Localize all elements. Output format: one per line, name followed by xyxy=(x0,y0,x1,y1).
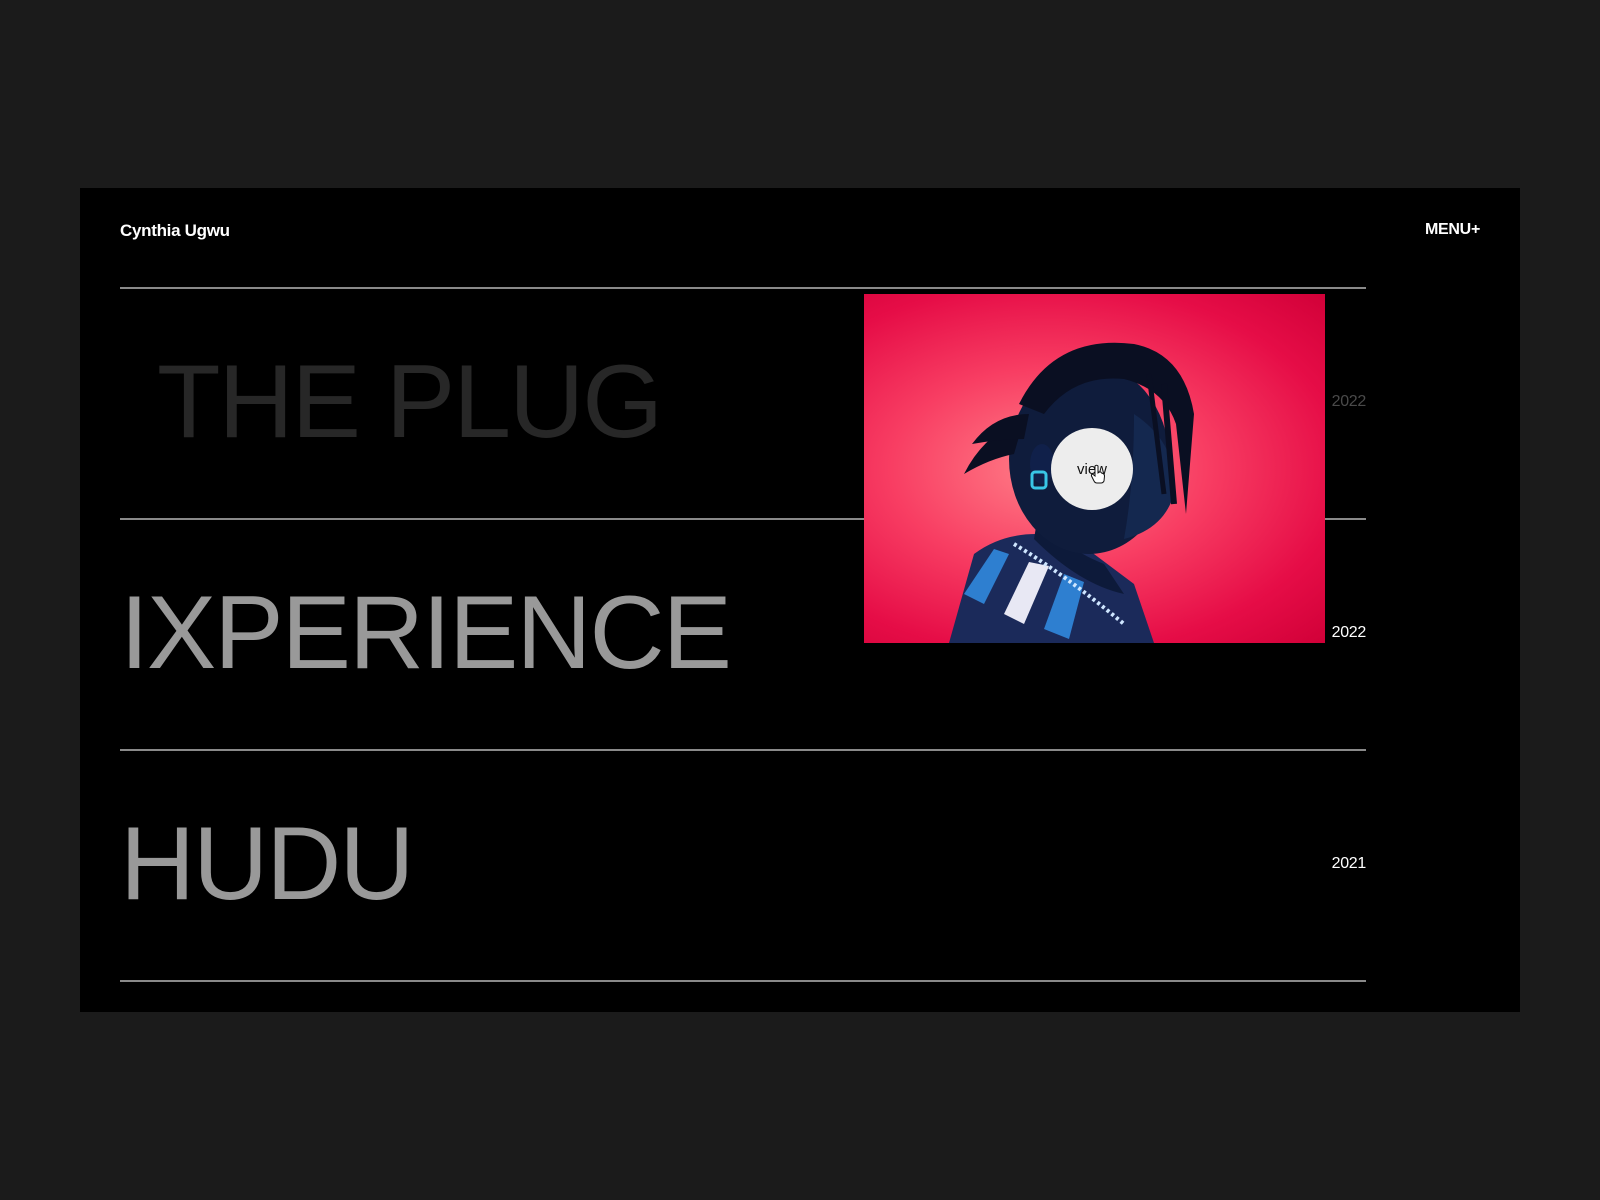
project-title: HUDU xyxy=(120,806,414,922)
project-year: 2021 xyxy=(1331,855,1367,872)
project-year: 2022 xyxy=(1331,624,1367,641)
divider xyxy=(120,980,1366,982)
menu-button[interactable]: MENU+ xyxy=(1425,221,1480,239)
project-row-hudu[interactable]: HUDU 2021 xyxy=(120,751,1366,980)
project-title: THE PLUG xyxy=(157,344,663,460)
site-frame: Cynthia Ugwu MENU+ THE PLUG 2022 IXPERIE… xyxy=(80,188,1520,1012)
project-title: IXPERIENCE xyxy=(120,575,732,691)
project-year: 2022 xyxy=(1331,393,1367,410)
brand-name[interactable]: Cynthia Ugwu xyxy=(120,221,230,241)
hand-cursor-icon xyxy=(1090,464,1106,484)
